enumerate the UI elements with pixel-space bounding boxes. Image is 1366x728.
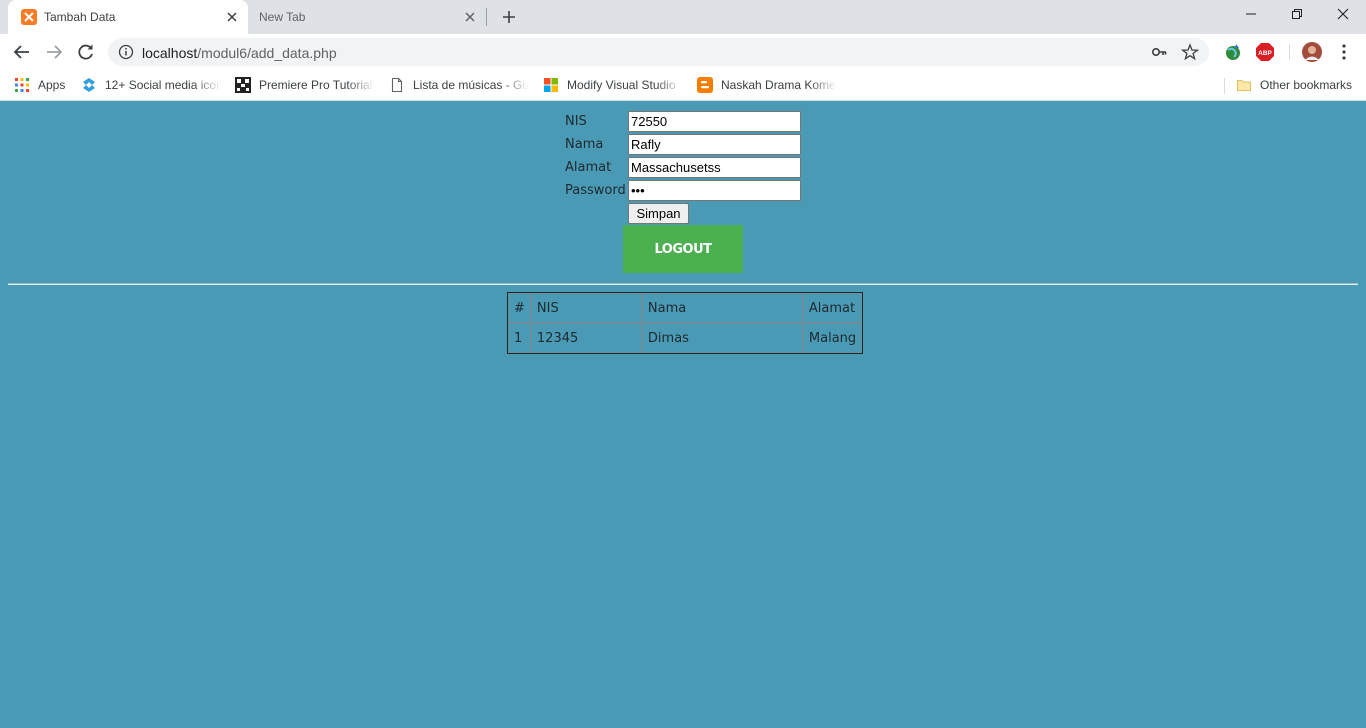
bookmark-star-icon[interactable] — [1181, 43, 1199, 61]
close-tab-icon[interactable] — [224, 9, 240, 25]
table-header-row: # NIS Nama Alamat — [508, 293, 863, 323]
bookmark-lista-de-musicas[interactable]: Lista de músicas - Gu — [389, 76, 529, 94]
minimize-icon — [1246, 13, 1256, 15]
key-icon[interactable] — [1151, 44, 1167, 60]
premiere-icon — [235, 77, 251, 93]
bookmark-label: Premiere Pro Tutorial — [259, 78, 373, 92]
nis-label: NIS — [565, 114, 587, 129]
profile-avatar-icon[interactable] — [1302, 42, 1322, 62]
restore-icon — [1292, 9, 1302, 19]
info-icon[interactable] — [118, 44, 134, 60]
bookmark-label: Lista de músicas - Gu — [413, 78, 529, 92]
back-arrow-icon[interactable] — [12, 42, 32, 62]
cell-nama: Dimas — [641, 323, 803, 353]
other-bookmarks-label: Other bookmarks — [1260, 78, 1353, 92]
data-table: # NIS Nama Alamat 1 12345 Dimas Malang — [507, 292, 864, 354]
other-bookmarks[interactable]: Other bookmarks — [1236, 76, 1361, 94]
new-tab-plus-icon[interactable] — [500, 8, 518, 26]
tab-new-tab[interactable]: New Tab — [248, 0, 486, 34]
blogger-icon — [697, 77, 713, 93]
close-window-icon — [1337, 8, 1349, 20]
url-path: /modul6/add_data.php — [197, 45, 337, 61]
close-window-button[interactable] — [1320, 0, 1366, 30]
header-cell-number: # — [508, 293, 531, 323]
svg-text:ABP: ABP — [1258, 50, 1272, 57]
xampp-favicon-icon — [21, 9, 37, 25]
horizontal-rule — [8, 283, 1358, 285]
menu-kebab-icon[interactable] — [1334, 42, 1354, 62]
address-bar[interactable]: localhost/modul6/add_data.php — [108, 38, 1209, 66]
password-input[interactable] — [628, 180, 801, 201]
nis-input[interactable] — [628, 111, 801, 132]
cell-nis: 12345 — [530, 323, 642, 353]
tab-strip: Tambah Data New Tab — [0, 0, 1366, 34]
tab-separator — [486, 8, 487, 26]
bookmark-label: Apps — [38, 78, 66, 92]
nama-label: Nama — [565, 137, 604, 152]
header-cell-nis: NIS — [530, 293, 642, 323]
page-icon — [391, 77, 403, 93]
bookmark-premiere-pro-tutorial[interactable]: Premiere Pro Tutorial — [235, 76, 375, 94]
password-label: Password — [565, 183, 626, 198]
toolbar-separator — [1289, 44, 1290, 60]
adblock-extension-icon[interactable]: ABP — [1255, 42, 1275, 62]
url-text: localhost/modul6/add_data.php — [142, 45, 337, 61]
nama-input[interactable] — [628, 134, 801, 155]
social-icon — [83, 78, 95, 92]
table-row: 1 12345 Dimas Malang — [508, 323, 863, 353]
bookmarks-separator — [1224, 78, 1225, 94]
apps-grid-icon — [15, 78, 29, 92]
bookmark-label: Naskah Drama Kome — [721, 78, 836, 92]
cell-number: 1 — [508, 323, 531, 353]
reload-icon[interactable] — [76, 42, 96, 62]
alamat-input[interactable] — [628, 157, 801, 178]
bookmarks-bar: Apps 12+ Social media icon Premiere Pro … — [0, 70, 1366, 101]
alamat-label: Alamat — [565, 160, 612, 175]
bookmark-apps[interactable]: Apps — [14, 76, 74, 94]
tab-tambah-data[interactable]: Tambah Data — [8, 0, 248, 34]
page-content: NIS Nama Alamat Password Simpan LOGOUT #… — [0, 101, 1366, 728]
forward-arrow-icon[interactable] — [44, 42, 64, 62]
bookmark-label: 12+ Social media icon — [105, 78, 221, 92]
bookmark-modify-visual-studio[interactable]: Modify Visual Studio — [543, 76, 683, 94]
url-host: localhost — [142, 45, 198, 61]
idm-extension-icon[interactable] — [1223, 42, 1243, 62]
minimize-button[interactable] — [1228, 0, 1274, 30]
restore-button[interactable] — [1274, 0, 1320, 30]
tab-title: Tambah Data — [44, 10, 116, 24]
cell-alamat: Malang — [802, 323, 863, 353]
header-cell-nama: Nama — [641, 293, 803, 323]
bookmark-social-media-icons[interactable]: 12+ Social media icon — [81, 76, 221, 94]
bookmark-label: Modify Visual Studio — [567, 78, 676, 92]
microsoft-icon — [544, 78, 558, 92]
tab-title: New Tab — [259, 10, 306, 24]
folder-icon — [1237, 80, 1251, 91]
bookmark-naskah-drama[interactable]: Naskah Drama Kome — [697, 76, 837, 94]
simpan-button[interactable]: Simpan — [628, 203, 689, 224]
close-tab-icon[interactable] — [462, 9, 478, 25]
browser-toolbar: localhost/modul6/add_data.php ABP — [0, 34, 1366, 70]
header-cell-alamat: Alamat — [802, 293, 863, 323]
logout-button[interactable]: LOGOUT — [623, 225, 743, 273]
